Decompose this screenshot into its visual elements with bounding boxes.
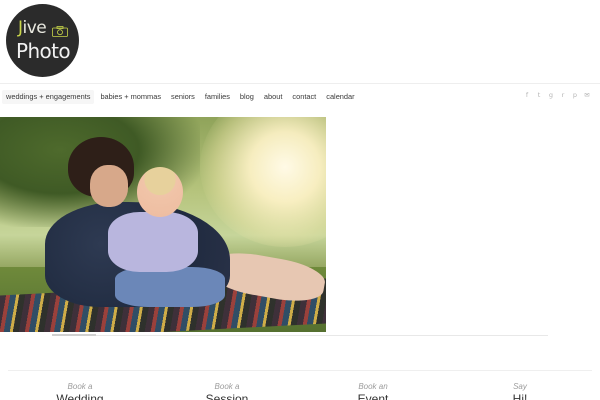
book-wedding-link[interactable]: Book a Wedding bbox=[45, 382, 115, 400]
photo-child-shirt bbox=[108, 212, 198, 272]
nav-item-about[interactable]: about bbox=[260, 90, 287, 104]
nav-item-babies-mommas[interactable]: babies + mommas bbox=[96, 90, 165, 104]
nav-item-calendar[interactable]: calendar bbox=[322, 90, 358, 104]
nav-item-blog[interactable]: blog bbox=[236, 90, 258, 104]
book-event-link[interactable]: Book an Event bbox=[338, 382, 408, 400]
email-icon[interactable]: ✉ bbox=[584, 91, 590, 99]
google-plus-icon[interactable]: g bbox=[548, 91, 554, 99]
social-links: f t g r p ✉ bbox=[524, 91, 590, 99]
nav-item-seniors[interactable]: seniors bbox=[167, 90, 199, 104]
say-hi-link[interactable]: Say Hi! bbox=[485, 382, 555, 400]
logo-text-jive: Jive bbox=[18, 18, 47, 38]
photo-child-head bbox=[137, 167, 183, 217]
facebook-icon[interactable]: f bbox=[524, 91, 530, 99]
rss-icon[interactable]: r bbox=[560, 91, 566, 99]
camera-icon bbox=[52, 26, 68, 37]
pinterest-icon[interactable]: p bbox=[572, 91, 578, 99]
slider-indicator[interactable] bbox=[52, 334, 96, 336]
nav-item-contact[interactable]: contact bbox=[288, 90, 320, 104]
cta-small-text: Book a bbox=[67, 382, 93, 391]
cta-big-text: Event bbox=[357, 392, 389, 400]
main-nav: weddings + engagements babies + mommas s… bbox=[0, 87, 361, 107]
cta-big-text: Session bbox=[205, 392, 249, 400]
logo-rest: ive bbox=[22, 18, 47, 38]
nav-item-families[interactable]: families bbox=[201, 90, 234, 104]
photo-child-jeans bbox=[115, 267, 225, 307]
logo-text-photo: Photo bbox=[16, 39, 71, 63]
photo-sunlight bbox=[200, 117, 326, 247]
photo-woman-face bbox=[90, 165, 128, 207]
header-divider bbox=[0, 83, 600, 84]
cta-big-text: Wedding bbox=[56, 392, 104, 400]
site-logo[interactable]: Jive Photo bbox=[6, 4, 79, 77]
cta-small-text: Book a bbox=[214, 382, 240, 391]
hero-photo bbox=[0, 117, 326, 332]
cta-small-text: Book an bbox=[358, 382, 388, 391]
twitter-icon[interactable]: t bbox=[536, 91, 542, 99]
nav-item-weddings-engagements[interactable]: weddings + engagements bbox=[2, 90, 95, 104]
content-divider bbox=[52, 335, 548, 336]
cta-big-text: Hi! bbox=[512, 392, 528, 400]
footer-divider bbox=[8, 370, 592, 371]
book-session-link[interactable]: Book a Session bbox=[192, 382, 262, 400]
cta-small-text: Say bbox=[513, 382, 527, 391]
logo-mark: Jive Photo bbox=[6, 4, 79, 77]
